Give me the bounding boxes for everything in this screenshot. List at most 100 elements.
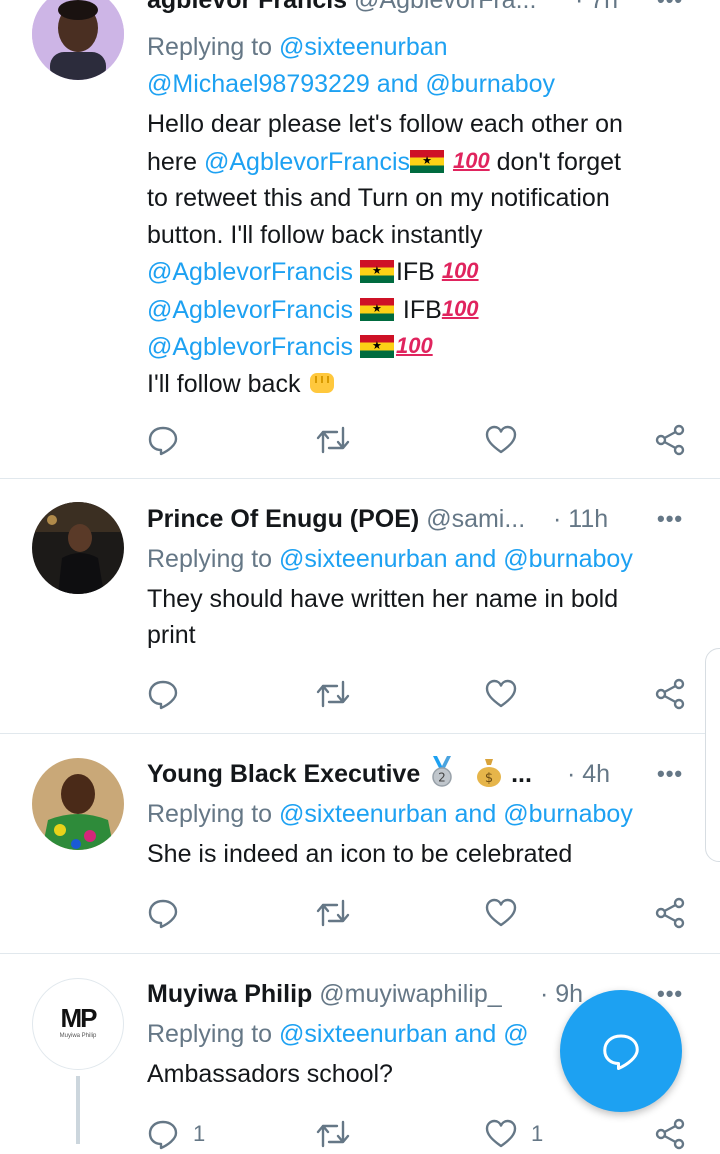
hundred-points-icon: 100 [441,295,479,321]
text-line: to retweet this and Turn on my notificat… [147,184,610,212]
reply-button[interactable] [147,893,179,933]
avatar[interactable] [32,502,124,594]
text-line: I'll follow back [147,366,692,403]
avatar-monogram: MP [60,1003,98,1033]
author-name[interactable]: Prince Of Enugu (POE) [147,505,419,533]
author-handle[interactable]: @sami... [426,505,525,533]
tweet-time[interactable]: · 7h [575,0,618,19]
hundred-points-icon: 100 [395,333,433,358]
mention-link[interactable]: @burnaboy [425,70,555,98]
mention-link[interactable]: @burnaboy [503,800,633,828]
tweet-time[interactable]: · 9h [540,976,583,1013]
replying-to: Replying to @sixteenurban [147,29,692,66]
replying-and: and [454,1020,497,1048]
reply-icon [148,899,178,929]
compose-reply-button[interactable] [560,990,682,1112]
text-line: here @AgblevorFrancis 100 don't forget [147,143,692,181]
share-icon [655,424,685,456]
replying-to-label: Replying to [147,33,273,61]
mention-link[interactable]: @sixteenurban [279,1020,448,1048]
text-fragment: IFB [395,258,435,286]
mention-link[interactable]: @Michael98793229 [147,70,370,98]
ghana-flag-icon [359,260,394,283]
like-button[interactable] [485,420,517,460]
share-icon [655,678,685,710]
like-count: 1 [531,1121,544,1146]
text-line: Hello dear please let's follow each othe… [147,110,623,138]
avatar[interactable] [32,758,124,850]
mention-link[interactable]: @sixteenurban [279,800,448,828]
like-button[interactable] [485,674,517,714]
mention-link[interactable]: @AgblevorFrancis [147,258,353,286]
text-line: @AgblevorFrancis IFB 100 [147,253,692,291]
share-icon [655,897,685,929]
text-line: button. I'll follow back instantly [147,220,483,249]
tweet-time[interactable]: · 4h [567,756,610,793]
author-name[interactable]: Young Black Executive [147,760,420,788]
reply-button[interactable] [147,420,179,460]
avatar-caption: Muyiwa Philip [59,1033,97,1039]
mention-link[interactable]: @sixteenurban [279,545,448,573]
divider [0,953,720,954]
author-handle[interactable]: @AgblevorFra... [354,0,536,14]
author-handle[interactable]: @muyiwaphilip_ [319,980,501,1008]
retweet-icon [316,1120,350,1148]
fist-icon [310,372,335,393]
svg-text:$: $ [485,771,493,786]
text-fragment: don't forget [496,147,621,176]
like-button[interactable] [485,893,517,933]
mention-link[interactable]: @AgblevorFrancis [147,296,353,324]
svg-text:2: 2 [438,771,446,785]
thread-connector [76,1076,80,1144]
reply-button[interactable]: 1 [147,1114,205,1154]
side-panel-handle[interactable] [705,648,720,862]
reply-icon [148,680,178,710]
replying-to-label: Replying to [147,1020,273,1048]
text-line: print [147,621,196,649]
reply-icon [148,426,178,456]
mention-link[interactable]: @ [503,1020,528,1048]
like-icon [485,679,517,708]
retweet-button[interactable] [315,674,351,714]
author-name[interactable]: agblevor Francis [147,0,347,14]
hundred-points-icon: 100 [452,147,490,173]
replying-to-label: Replying to [147,545,273,573]
reply-button[interactable] [147,674,179,714]
text-fragment: here [147,147,198,176]
replying-to: Replying to @sixteenurban and @burnaboy [147,541,692,578]
like-icon [485,898,517,927]
retweet-icon [316,426,350,454]
more-options-icon[interactable]: ••• [657,0,683,19]
retweet-icon [316,899,350,927]
retweet-button[interactable] [315,893,351,933]
retweet-button[interactable] [315,1114,351,1154]
text-line: @AgblevorFrancis 100 [147,328,692,366]
like-icon [485,1119,517,1148]
avatar[interactable]: MP Muyiwa Philip [32,978,124,1070]
like-button[interactable]: 1 [485,1114,543,1154]
share-button[interactable] [654,893,686,933]
share-button[interactable] [654,1114,686,1154]
author-name[interactable]: Muyiwa Philip [147,980,312,1008]
mention-link[interactable]: @burnaboy [503,545,633,573]
ghana-flag-icon [410,149,445,173]
compose-reply-icon [603,1034,639,1070]
mention-link[interactable]: @AgblevorFrancis [147,333,353,361]
text-fragment: I'll follow back [147,369,301,398]
divider [0,478,720,479]
mention-link[interactable]: @AgblevorFrancis [204,148,410,176]
tweet-text: They should have written her name in bol… [147,581,692,654]
share-button[interactable] [654,674,686,714]
reply-icon [148,1120,178,1150]
text-line: @AgblevorFrancis IFB100 [147,291,692,329]
share-button[interactable] [654,420,686,460]
tweet-time[interactable]: · 11h [553,501,608,538]
avatar[interactable] [32,0,124,80]
more-options-icon[interactable]: ••• [657,756,683,793]
retweet-button[interactable] [315,420,351,460]
mention-link[interactable]: @sixteenurban [279,33,448,61]
text-fragment: IFB [402,295,442,324]
tweet-text: Hello dear please let's follow each othe… [147,106,692,402]
retweet-icon [316,680,350,708]
more-options-icon[interactable]: ••• [657,501,683,538]
